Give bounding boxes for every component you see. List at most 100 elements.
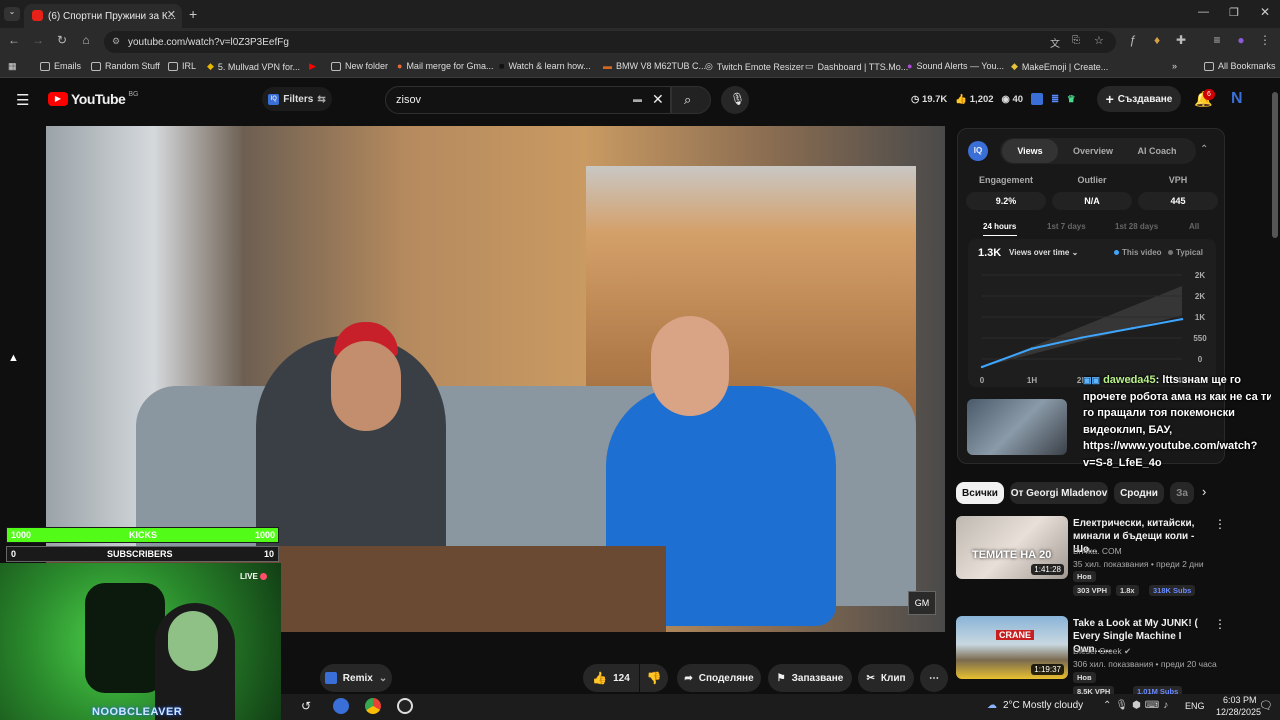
youtube-logo[interactable]: ▶ YouTube BG — [48, 91, 138, 107]
chip-all[interactable]: Всички — [956, 482, 1004, 504]
channel-watermark[interactable]: GM — [908, 591, 936, 615]
chips-next-arrow-icon[interactable]: › — [1202, 484, 1206, 499]
bookmark-emails[interactable]: Emails — [40, 61, 81, 71]
bookmark-new-folder[interactable]: New folder — [331, 61, 388, 71]
restore-button[interactable]: ❐ — [1229, 6, 1239, 19]
tab-search-button[interactable]: ⌄ — [4, 7, 20, 21]
url-text: youtube.com/watch?v=l0Z3P3EefFg — [128, 36, 289, 48]
sliders-icon: ⇆ — [317, 93, 326, 105]
bookmark-sound-alerts[interactable]: ● Sound Alerts — You... — [907, 61, 1004, 71]
tab-ai-coach[interactable]: AI Coach — [1128, 139, 1186, 163]
taskbar-back-icon[interactable]: ↺ — [301, 699, 311, 713]
menu-hamburger-icon[interactable]: ☰ — [16, 91, 29, 109]
scrollbar-thumb[interactable] — [1272, 92, 1278, 238]
close-window-button[interactable]: ✕ — [1260, 5, 1270, 19]
back-icon[interactable]: ← — [5, 33, 23, 47]
bookmark-mullvad[interactable]: ◆ 5. Mullvad VPN for... — [207, 61, 300, 72]
install-icon[interactable]: ⎘ — [1072, 35, 1080, 46]
clip-button[interactable]: ✂ Клип — [858, 664, 914, 692]
kicks-goal-bar: 1000 KICKS 1000 — [6, 527, 279, 543]
language-indicator[interactable]: ENG — [1185, 701, 1205, 711]
taskbar-obs-icon[interactable] — [397, 698, 413, 714]
recommendation-item[interactable]: CRANE 1:19:37 Take a Look at My JUNK! ( … — [956, 616, 1256, 697]
bookmark-mail-merge[interactable]: ● Mail merge for Gma... — [397, 61, 493, 71]
bookmark-star-icon[interactable]: ☆ — [1094, 34, 1104, 47]
clock-date[interactable]: 12/28/2025 — [1216, 707, 1261, 717]
site-info-icon[interactable]: ⚙ — [112, 36, 120, 47]
extension-ft-icon[interactable]: ƒ — [1124, 33, 1142, 47]
rec-thumbnail[interactable]: ТЕМИТЕ НА 20 1:41:28 — [956, 516, 1068, 579]
weather-widget[interactable]: ☁ 2°C Mostly cloudy — [987, 700, 1083, 711]
tray-icons[interactable]: ⌃🎙⬢⌨♪ — [1103, 700, 1172, 711]
series-line-this-video — [981, 318, 1183, 368]
keyboard-icon[interactable]: ▬ — [633, 94, 642, 104]
bookmark-random-stuff[interactable]: Random Stuff — [91, 61, 160, 71]
recommendation-item[interactable]: ТЕМИТЕ НА 20 1:41:28 Електрически, китай… — [956, 516, 1256, 600]
create-button[interactable]: + Създаване — [1097, 86, 1181, 112]
remix-button[interactable]: Remix ⌄ — [320, 664, 392, 692]
extension-leaf-icon[interactable]: ♦ — [1148, 33, 1166, 47]
bookmark-watch-learn[interactable]: ■ Watch & learn how... — [499, 61, 591, 71]
rec-more-icon[interactable]: ⋮ — [1214, 517, 1226, 531]
rec-more-icon[interactable]: ⋮ — [1214, 617, 1226, 631]
bookmark-twitch-emote[interactable]: ◎ Twitch Emote Resizer — [705, 61, 804, 72]
browser-menu-icon[interactable]: ⋮ — [1256, 33, 1274, 47]
rec-channel[interactable]: Diesel Creek ✔ — [1073, 646, 1131, 657]
bookmark-irl[interactable]: IRL — [168, 61, 196, 71]
profile-avatar-icon[interactable]: ● — [1232, 33, 1250, 47]
rec-channel[interactable]: Bri4ka. COM — [1073, 546, 1122, 556]
collapse-panel-icon[interactable]: ⌃ — [1200, 144, 1208, 155]
forward-icon[interactable]: → — [29, 33, 47, 47]
address-bar[interactable]: ⚙ youtube.com/watch?v=l0Z3P3EefFg 文 ⎘ ☆ — [104, 31, 1116, 53]
notification-center-icon[interactable]: 🗨 — [1259, 699, 1273, 712]
range-first-7-days[interactable]: 1st 7 days — [1047, 222, 1086, 231]
voice-search-button[interactable]: 🎙 — [721, 86, 749, 114]
extensions-puzzle-icon[interactable]: ✚ — [1172, 33, 1190, 47]
trophy-icon[interactable]: ♛ — [1067, 94, 1076, 105]
active-tab[interactable]: (6) Спортни Пружини за К... ✕ — [24, 4, 182, 28]
bookmark-youtube[interactable]: ▶ — [309, 61, 316, 72]
search-button[interactable]: ⌕ — [671, 86, 711, 114]
close-tab-icon[interactable]: ✕ — [167, 8, 176, 21]
reload-icon[interactable]: ↻ — [53, 33, 71, 47]
taskbar-chrome-icon[interactable] — [365, 698, 381, 714]
account-avatar[interactable]: N — [1231, 90, 1249, 110]
page-scrollbar[interactable] — [1271, 80, 1279, 694]
like-button[interactable]: 👍 124 — [583, 664, 639, 692]
translate-icon[interactable]: 文 — [1050, 35, 1060, 50]
share-button[interactable]: ➦ Споделяне — [677, 664, 761, 692]
tab-overview[interactable]: Overview — [1062, 139, 1124, 163]
chevron-down-icon: ⌄ — [378, 672, 388, 684]
tab-views[interactable]: Views — [1002, 139, 1058, 163]
chip-for-you[interactable]: За — [1170, 482, 1194, 504]
bookmark-makeemoji[interactable]: ◆ MakeEmoji | Create... — [1011, 61, 1108, 72]
range-24-hours[interactable]: 24 hours — [983, 222, 1016, 231]
rec-thumb-text: CRANE — [996, 630, 1035, 640]
minimize-button[interactable]: — — [1198, 6, 1209, 18]
partial-rec-thumbnail[interactable] — [967, 399, 1067, 455]
search-input[interactable]: zisov ▬ ✕ — [385, 86, 671, 114]
more-actions-button[interactable]: ⋯ — [920, 664, 948, 692]
rec-thumbnail[interactable]: CRANE 1:19:37 — [956, 616, 1068, 679]
save-button[interactable]: ⚑ Запазване — [768, 664, 852, 692]
dislike-button[interactable]: 👎 — [640, 664, 668, 692]
all-bookmarks[interactable]: All Bookmarks — [1204, 61, 1276, 71]
media-control-icon[interactable]: ≡ — [1208, 33, 1226, 47]
apps-grid-icon[interactable]: ▦ — [8, 61, 17, 72]
bookmark-bmw[interactable]: ▬ BMW V8 M62TUB C... — [603, 61, 706, 71]
taskbar-app-icon[interactable] — [333, 698, 349, 714]
home-icon[interactable]: ⌂ — [77, 33, 95, 47]
range-first-28-days[interactable]: 1st 28 days — [1115, 222, 1158, 231]
clock-time[interactable]: 6:03 PM — [1223, 695, 1257, 705]
range-all[interactable]: All — [1189, 222, 1199, 231]
bookmarks-overflow-icon[interactable]: » — [1172, 61, 1177, 71]
list-icon[interactable]: ≣ — [1051, 94, 1059, 105]
bookmark-tts-dashboard[interactable]: ▭ Dashboard | TTS.Mo... — [805, 61, 908, 72]
clear-search-icon[interactable]: ✕ — [652, 91, 664, 108]
iq-icon[interactable] — [1031, 93, 1044, 105]
series-point — [1080, 336, 1084, 339]
chip-from-channel[interactable]: От Georgi Mladenov — [1010, 482, 1108, 504]
new-tab-button[interactable]: + — [189, 6, 197, 22]
filters-button[interactable]: IQ Filters ⇆ — [262, 87, 332, 111]
chip-related[interactable]: Сродни — [1114, 482, 1164, 504]
